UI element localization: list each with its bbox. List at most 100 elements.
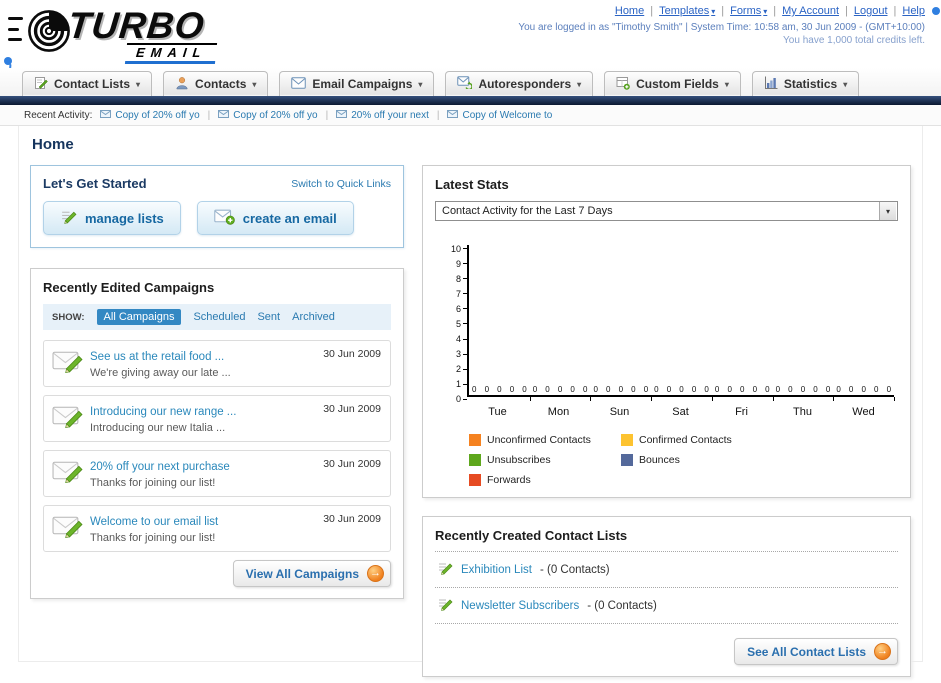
legend-swatch [621, 434, 633, 446]
recent-activity-link[interactable]: 20% off your next [351, 110, 429, 121]
logo-swirl-icon [26, 8, 72, 59]
pencil-icon [437, 596, 453, 615]
campaign-edit-icon [52, 403, 83, 433]
nav-tab-autoresponders[interactable]: Autoresponders ▾ [445, 71, 594, 96]
recent-activity-link[interactable]: Copy of 20% off yo [115, 110, 199, 121]
campaign-row: Introducing our new range ... Introducin… [43, 395, 391, 442]
chart-value-label: 0 [618, 385, 624, 394]
chevron-down-icon: ▾ [418, 79, 423, 89]
contact-lists-panel-title: Recently Created Contact Lists [435, 528, 628, 543]
chart-value-label: 0 [704, 385, 709, 394]
see-all-contact-lists-button[interactable]: See All Contact Lists → [734, 638, 898, 665]
recent-activity-item: Copy of Welcome to [447, 109, 552, 121]
create-email-label: create an email [242, 210, 337, 226]
contact-list-count: - (0 Contacts) [587, 599, 657, 612]
view-all-campaigns-label: View All Campaigns [245, 566, 359, 581]
contact-list-link[interactable]: Exhibition List [461, 564, 532, 576]
recent-activity-item: Copy of 20% off yo [100, 109, 200, 121]
legend-item: Forwards [469, 474, 621, 486]
chart-value-label: 0 [861, 385, 866, 394]
chevron-down-icon: ▾ [724, 79, 729, 89]
chart-value-label: 0 [582, 385, 588, 394]
campaign-subtitle: We're giving away our late ... [90, 367, 231, 379]
chart-category-label: Wed [852, 406, 875, 418]
filter-scheduled[interactable]: Scheduled [193, 311, 245, 323]
chart-category-label: Fri [735, 406, 748, 418]
recent-activity-link[interactable]: Copy of 20% off yo [233, 110, 317, 121]
see-all-contact-lists-label: See All Contact Lists [747, 644, 866, 659]
stats-period-value: Contact Activity for the Last 7 Days [442, 205, 613, 217]
chart-y-axis: 10 9 8 7 6 5 4 3 2 1 0 [443, 244, 467, 404]
stats-panel-title: Latest Stats [435, 177, 509, 192]
manage-lists-button[interactable]: manage lists [43, 201, 181, 235]
logo-text-primary: TURBO [65, 5, 207, 46]
logo-speed-lines-icon [8, 17, 24, 41]
get-started-panel: Let's Get Started Switch to Quick Links … [30, 165, 404, 248]
chart-value-label: 0 [691, 385, 697, 394]
switch-quick-links-link[interactable]: Switch to Quick Links [291, 178, 391, 190]
contact-list-link[interactable]: Newsletter Subscribers [461, 600, 579, 612]
chart-value-label: 0 [848, 385, 854, 394]
nav-tab-contacts[interactable]: Contacts ▾ [163, 71, 269, 96]
chart-category-label: Tue [488, 406, 507, 418]
chart-value-label: 0 [727, 385, 732, 394]
view-all-campaigns-button[interactable]: View All Campaigns → [232, 560, 391, 587]
topbar-link-logout[interactable]: Logout [854, 5, 888, 17]
y-axis-tick: 0 [443, 394, 467, 404]
chevron-down-icon: ▾ [843, 79, 848, 89]
stats-period-select[interactable]: Contact Activity for the Last 7 Days ▾ [435, 201, 898, 221]
chart-value-label: 0 [532, 385, 538, 394]
filter-all-campaigns[interactable]: All Campaigns [96, 309, 182, 325]
separator [208, 110, 211, 121]
nav-tab-label: Email Campaigns [312, 77, 413, 91]
legend-swatch [621, 454, 633, 466]
topbar-link-label: Templates [659, 5, 710, 17]
topbar-link-label: Home [614, 5, 645, 17]
chart-value-label: 0 [788, 385, 793, 394]
chart-value-label: 0 [484, 385, 490, 394]
chart-cats: Tue Mon Sun Sat Fri Thu Wed [467, 406, 894, 418]
envelope-icon [218, 109, 230, 121]
campaign-title-link[interactable]: Introducing our new range ... [90, 406, 236, 418]
y-axis-tick: 3 [443, 349, 467, 359]
chart-plot-groups: 00000000000000000000000000000000000 [467, 245, 895, 401]
topbar-link-templates[interactable]: Templates ▾ [659, 5, 715, 17]
topbar-link-home[interactable]: Home [615, 5, 644, 17]
campaign-date: 30 Jun 2009 [323, 513, 381, 525]
chart-value-label: 0 [874, 385, 879, 394]
chart-group: 00000 [530, 245, 592, 401]
contact-lists-list: Exhibition List - (0 Contacts) Newslette… [435, 551, 898, 624]
envelope-icon [100, 109, 112, 121]
campaign-title-link[interactable]: See us at the retail food ... [90, 351, 224, 363]
recent-activity-link[interactable]: Copy of Welcome to [462, 110, 552, 121]
topbar-link-forms[interactable]: Forms ▾ [730, 5, 767, 17]
nav-tab-custom-fields[interactable]: Custom Fields ▾ [604, 71, 741, 96]
topbar-link-label: Forms [730, 5, 762, 17]
campaigns-filter-bar: SHOW: All Campaigns Scheduled Sent Archi… [43, 304, 391, 330]
page-root: TURBO EMAIL Home Templates▾ Forms▾ My Ac… [0, 0, 941, 683]
nav-tab-statistics[interactable]: Statistics ▾ [751, 71, 860, 96]
topbar-link-my-account[interactable]: My Account [782, 5, 839, 17]
filter-archived[interactable]: Archived [292, 311, 335, 323]
campaign-edit-icon [52, 458, 83, 488]
topbar-link-help[interactable]: Help [902, 5, 925, 17]
chart-value-label: 0 [472, 385, 477, 394]
separator [326, 110, 329, 121]
app-logo[interactable]: TURBO EMAIL [6, 3, 286, 64]
nav-tab-label: Contact Lists [54, 77, 131, 91]
filter-sent[interactable]: Sent [257, 311, 280, 323]
topbar-link-label: My Account [782, 5, 839, 17]
campaign-date: 30 Jun 2009 [323, 403, 381, 415]
nav-tab-email-campaigns[interactable]: Email Campaigns ▾ [279, 71, 435, 96]
nav-tab-contact-lists[interactable]: Contact Lists ▾ [22, 71, 153, 96]
campaign-subtitle: Thanks for joining our list! [90, 532, 216, 544]
chart-value-label: 0 [522, 385, 527, 394]
chart-value-label: 0 [775, 385, 781, 394]
statistics-icon [764, 76, 778, 93]
legend-item: Unconfirmed Contacts [469, 434, 621, 446]
chart-group: 00000 [651, 245, 713, 401]
legend-swatch [469, 434, 481, 446]
create-email-button[interactable]: create an email [196, 201, 354, 235]
campaign-title-link[interactable]: Welcome to our email list [90, 516, 218, 528]
campaign-title-link[interactable]: 20% off your next purchase [90, 461, 230, 473]
